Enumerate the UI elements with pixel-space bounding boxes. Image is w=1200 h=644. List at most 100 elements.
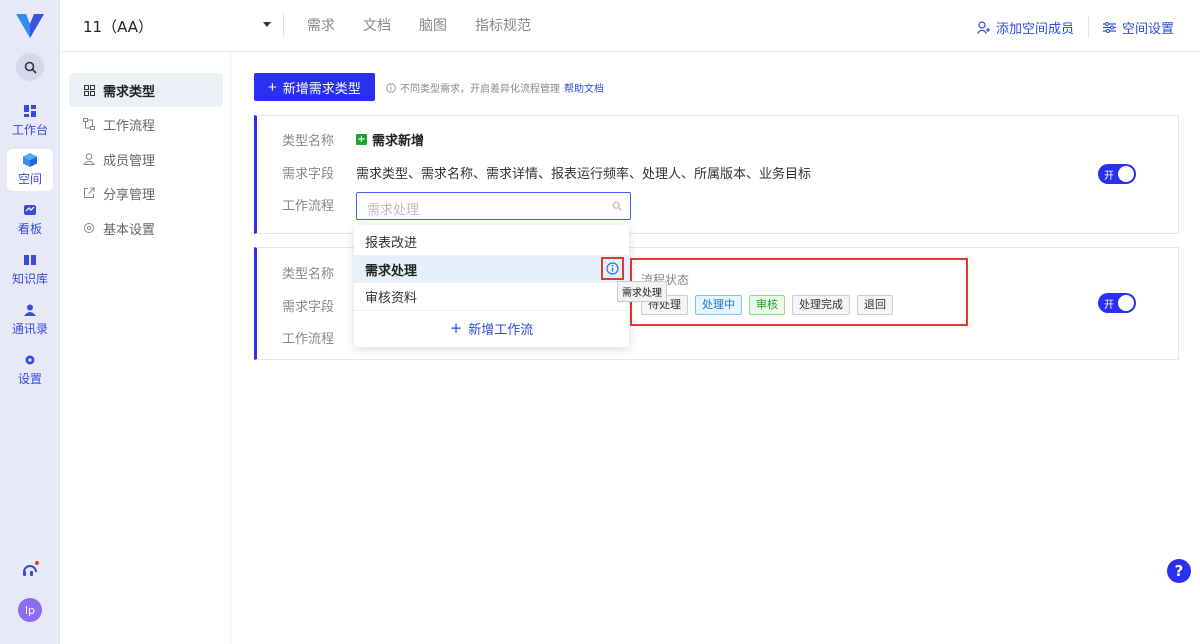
rail-item-label: 通讯录 <box>11 322 48 336</box>
rail-item-space[interactable]: 空间 <box>7 149 53 191</box>
tab-documents[interactable]: 文档 <box>363 15 391 35</box>
add-requirement-type-button[interactable]: + 新增需求类型 <box>254 73 375 101</box>
caret-down-icon[interactable] <box>263 22 271 27</box>
status-tag: 处理中 <box>695 295 742 315</box>
rail-item-board[interactable]: 看板 <box>7 199 53 241</box>
user-icon <box>83 153 95 165</box>
gear-icon <box>23 353 37 367</box>
workflow-select[interactable]: 需求处理 <box>356 192 631 220</box>
rail-item-label: 看板 <box>17 222 42 236</box>
sidebar-item-requirement-types[interactable]: 需求类型 <box>69 73 223 107</box>
sidebar-item-label: 工作流程 <box>103 118 156 134</box>
sidebar-item-label: 基本设置 <box>103 222 156 238</box>
type-name-label: 类型名称 <box>282 134 335 149</box>
gear-icon <box>83 222 95 234</box>
contacts-icon <box>23 303 37 317</box>
dropdown-option-label: 需求处理 <box>365 263 418 279</box>
enable-toggle[interactable]: 开 <box>1098 293 1136 313</box>
sidebar-item-label: 需求类型 <box>103 84 156 100</box>
cube-icon <box>23 153 37 167</box>
help-doc-link[interactable]: 帮助文档 <box>564 80 604 95</box>
rail-item-workbench[interactable]: 工作台 <box>7 100 53 142</box>
add-member-label: 添加空间成员 <box>995 21 1074 37</box>
board-icon <box>23 203 37 217</box>
rail-item-label: 工作台 <box>11 123 48 137</box>
main-content: + 新增需求类型 不同类型需求，开启差异化流程管理 帮助文档 类型名称 + 需求… <box>232 52 1200 644</box>
enable-toggle[interactable]: 开 <box>1098 164 1136 184</box>
hint-text: 不同类型需求，开启差异化流程管理 帮助文档 <box>386 80 604 95</box>
status-tag: 退回 <box>857 295 893 315</box>
add-workflow-button[interactable]: + 新增工作流 <box>354 315 629 341</box>
rail-item-label: 设置 <box>17 372 42 386</box>
dropdown-option-selected[interactable]: 需求处理 <box>354 255 629 283</box>
plus-icon: + <box>449 318 463 337</box>
tab-mindmap[interactable]: 脑图 <box>419 15 447 35</box>
tab-metrics[interactable]: 指标规范 <box>475 15 531 35</box>
workflow-icon <box>83 118 95 130</box>
support-icon[interactable] <box>20 560 40 580</box>
share-icon <box>83 187 95 199</box>
workflow-label: 工作流程 <box>282 199 335 214</box>
divider <box>1087 16 1089 38</box>
help-button[interactable]: ? <box>1167 559 1191 583</box>
search-button[interactable] <box>16 53 44 81</box>
toggle-label: 开 <box>1104 171 1114 182</box>
sliders-icon <box>1102 21 1116 33</box>
fields-label: 需求字段 <box>282 167 335 182</box>
type-name-value: + 需求新增 <box>356 130 424 149</box>
toggle-knob <box>1118 295 1134 311</box>
rail-item-settings[interactable]: 设置 <box>7 349 53 391</box>
grid-icon <box>83 84 95 96</box>
rail-item-knowledge[interactable]: 知识库 <box>7 249 53 291</box>
search-icon <box>612 201 622 211</box>
dropdown-option[interactable]: 审核资料 <box>354 282 629 310</box>
add-workflow-label: 新增工作流 <box>468 322 534 338</box>
dropdown-option[interactable]: 报表改进 <box>354 227 629 255</box>
toggle-label: 开 <box>1104 300 1114 311</box>
requirement-type-card: 类型名称 + 需求新增 需求字段 需求类型、需求名称、需求详情、报表运行频率、处… <box>254 115 1179 234</box>
top-bar: 11（AA） 需求 文档 脑图 指标规范 添加空间成员 空间设置 <box>61 0 1200 52</box>
status-tag: 审核 <box>749 295 785 315</box>
sidebar-item-label: 分享管理 <box>103 187 156 203</box>
top-tabs: 需求 文档 脑图 指标规范 <box>307 15 531 35</box>
hint-label: 不同类型需求，开启差异化流程管理 <box>400 84 560 95</box>
space-name[interactable]: 11（AA） <box>83 16 153 37</box>
settings-sidebar: 需求类型 工作流程 成员管理 分享管理 基本设置 <box>61 52 231 644</box>
fields-label: 需求字段 <box>282 300 335 315</box>
sidebar-item-basic-settings[interactable]: 基本设置 <box>69 211 223 245</box>
dropdown-option-label: 审核资料 <box>365 290 418 306</box>
sidebar-item-workflow[interactable]: 工作流程 <box>69 107 223 141</box>
avatar[interactable]: lp <box>18 598 42 622</box>
workflow-label: 工作流程 <box>282 332 335 347</box>
workflow-status-panel: 流程状态 待处理 处理中 审核 处理完成 退回 <box>630 258 968 326</box>
search-icon <box>24 61 37 74</box>
tab-requirements[interactable]: 需求 <box>307 15 335 35</box>
fields-value: 需求类型、需求名称、需求详情、报表运行频率、处理人、所属版本、业务目标 <box>356 167 812 182</box>
rail-item-label: 空间 <box>17 172 42 186</box>
workflow-select-placeholder: 需求处理 <box>367 203 420 218</box>
info-icon <box>386 82 396 93</box>
top-actions: 添加空间成员 空间设置 <box>976 16 1174 38</box>
info-icon <box>606 262 619 275</box>
space-settings-button[interactable]: 空间设置 <box>1102 18 1174 37</box>
workflow-dropdown: 报表改进 需求处理 审核资料 + 新增工作流 <box>354 225 629 347</box>
add-member-button[interactable]: 添加空间成员 <box>976 18 1074 37</box>
left-rail: 工作台 空间 看板 知识库 通讯录 设置 lp <box>0 0 60 644</box>
divider <box>283 12 284 38</box>
space-settings-label: 空间设置 <box>1121 21 1174 37</box>
sidebar-item-share[interactable]: 分享管理 <box>69 176 223 210</box>
app-logo-icon[interactable] <box>14 10 46 40</box>
add-type-label: 新增需求类型 <box>282 80 361 96</box>
rail-item-label: 知识库 <box>11 272 48 286</box>
status-tag: 处理完成 <box>792 295 850 315</box>
toggle-knob <box>1118 166 1134 182</box>
add-user-icon <box>976 20 990 34</box>
workflow-info-button[interactable] <box>601 257 624 280</box>
add-square-icon: + <box>356 134 367 145</box>
sidebar-item-members[interactable]: 成员管理 <box>69 142 223 176</box>
rail-item-contacts[interactable]: 通讯录 <box>7 299 53 341</box>
dropdown-option-label: 报表改进 <box>365 235 418 251</box>
type-name-label: 类型名称 <box>282 267 335 282</box>
plus-icon: + <box>268 78 277 96</box>
dashboard-icon <box>23 104 37 118</box>
